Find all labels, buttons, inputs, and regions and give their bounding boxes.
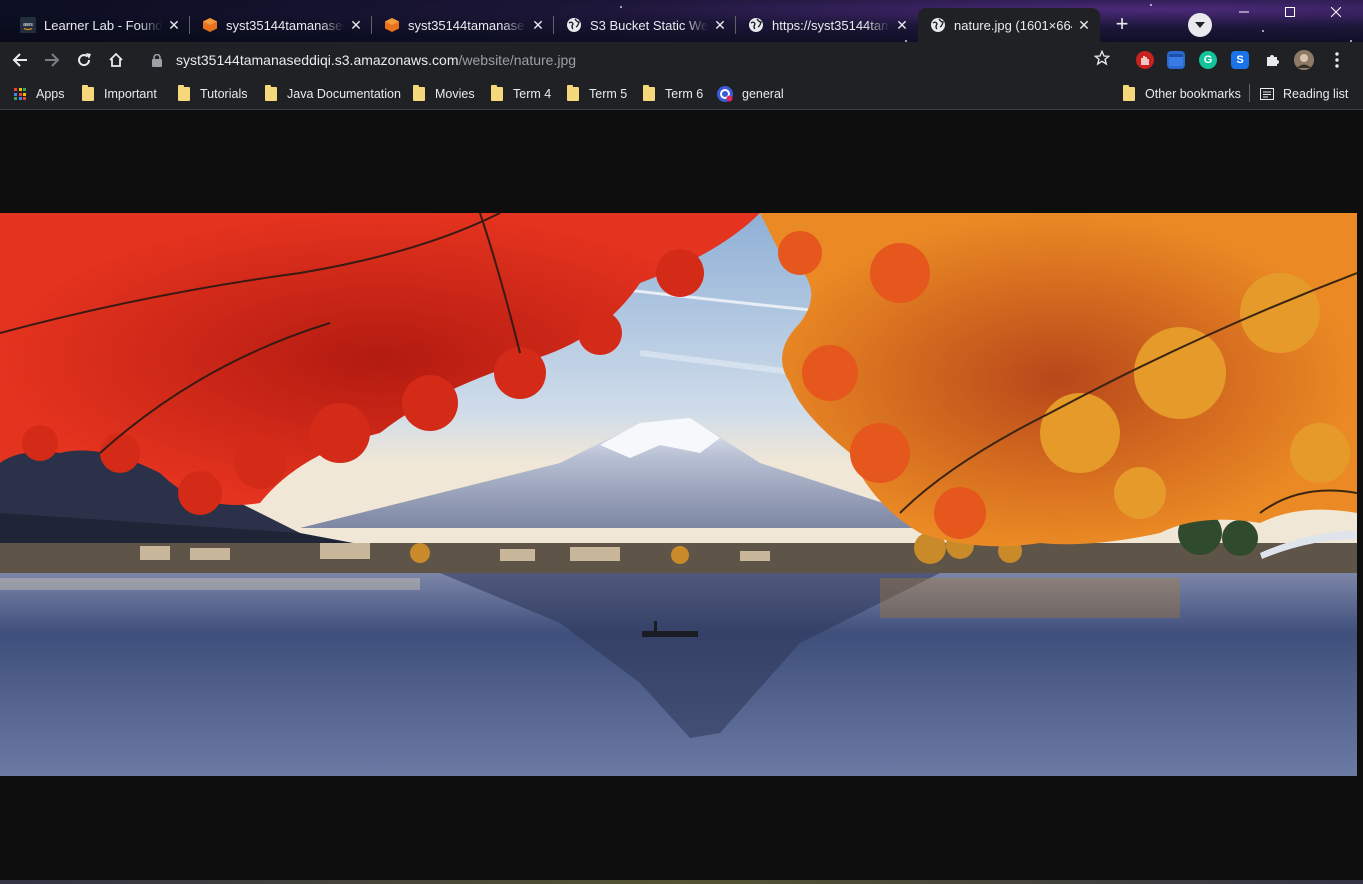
close-icon[interactable]: ✕ [348,17,364,33]
reading-list-button[interactable]: Reading list [1260,84,1348,104]
globe-icon [930,17,946,33]
bookmark-label: Other bookmarks [1145,87,1241,101]
tab-https-site[interactable]: https://syst35144tama ✕ [736,8,918,42]
maximize-button[interactable] [1267,0,1313,24]
taskbar-edge [0,880,1363,884]
folder-icon [82,85,94,101]
close-icon[interactable]: ✕ [712,17,728,33]
bookmark-label: Important [104,87,157,101]
bookmark-folder-term-6[interactable]: Term 6 [643,84,703,104]
reading-list-icon [1260,88,1274,100]
tab-title: nature.jpg (1601×664) [954,17,1072,33]
bookmarks-bar: Apps Important Tutorials Java Documentat… [0,78,1363,110]
tab-s3-static-website[interactable]: S3 Bucket Static Webs ✕ [554,8,736,42]
bookmark-other-bookmarks[interactable]: Other bookmarks [1123,84,1241,104]
tab-title: syst35144tamanasedd [226,17,344,33]
bookmark-star-button[interactable] [1093,49,1114,70]
s3-cube-icon [384,17,400,33]
url-text[interactable]: syst35144tamanaseddiqi.s3.amazonaws.com/… [176,52,576,68]
star-icon [1093,49,1111,66]
bookmark-folder-term-5[interactable]: Term 5 [567,84,627,104]
mount-fuji-autumn-photo [0,213,1357,776]
bookmark-label: Java Documentation [287,87,401,101]
bookmark-label: Term 5 [589,87,628,101]
globe-icon [566,17,582,33]
url-path: /website/nature.jpg [458,52,577,68]
home-icon [109,52,123,67]
bookmark-general[interactable]: general [717,84,784,104]
tab-title: https://syst35144tama [772,17,890,33]
nature-image[interactable] [0,213,1357,776]
bookmark-label: Term 6 [665,87,704,101]
grammarly-icon[interactable]: G [1199,51,1217,69]
folder-icon [491,85,503,101]
chat-bubble-icon [717,86,733,102]
folder-icon [643,85,655,101]
menu-kebab-icon[interactable] [1328,51,1346,69]
close-icon [1331,7,1341,17]
bookmark-label: general [742,87,784,101]
url-host: syst35144tamanaseddiqi.s3.amazonaws.com [176,52,459,68]
reload-icon [78,53,91,67]
bookmark-label: Apps [36,87,65,101]
s-extension-icon[interactable]: S [1231,51,1249,69]
arrow-right-icon [45,53,60,67]
forward-button[interactable] [38,46,66,74]
tab-title: Learner Lab - Foundat [44,17,162,33]
calendar-extension-icon[interactable] [1167,51,1185,69]
close-icon[interactable]: ✕ [894,17,910,33]
tab-search-button[interactable] [1188,13,1212,37]
close-icon[interactable]: ✕ [1076,17,1092,33]
page-viewport [0,110,1363,880]
minimize-button[interactable] [1221,0,1267,24]
new-tab-button[interactable]: + [1110,13,1134,37]
chevron-down-icon [1195,22,1205,28]
folder-icon [413,85,425,101]
tab-title: syst35144tamanasedd [408,17,526,33]
tab-learner-lab[interactable]: aws Learner Lab - Foundat ✕ [8,8,190,42]
back-button[interactable] [6,46,34,74]
tab-title: S3 Bucket Static Webs [590,17,708,33]
maximize-icon [1285,7,1295,17]
minimize-icon [1239,11,1249,13]
apps-grid-icon [14,88,26,100]
tab-s3-bucket-2[interactable]: syst35144tamanasedd ✕ [372,8,554,42]
bookmark-folder-term-4[interactable]: Term 4 [491,84,551,104]
s3-cube-icon [202,17,218,33]
folder-icon [1123,85,1135,101]
globe-icon [748,17,764,33]
close-icon[interactable]: ✕ [166,17,182,33]
puzzle-extensions-icon[interactable] [1263,51,1281,69]
bookmarks-separator [1249,84,1250,102]
browser-toolbar: syst35144tamanaseddiqi.s3.amazonaws.com/… [0,42,1363,78]
tab-strip: aws Learner Lab - Foundat ✕ syst35144tam… [0,0,1363,46]
tab-s3-bucket-1[interactable]: syst35144tamanasedd ✕ [190,8,372,42]
bookmark-label: Movies [435,87,475,101]
bookmark-folder-tutorials[interactable]: Tutorials [178,84,247,104]
bookmark-folder-java-documentation[interactable]: Java Documentation [265,84,401,104]
folder-icon [265,85,277,101]
bookmark-folder-movies[interactable]: Movies [413,84,475,104]
close-icon[interactable]: ✕ [530,17,546,33]
bookmark-apps[interactable]: Apps [14,84,65,104]
svg-text:aws: aws [23,22,33,28]
adblock-icon[interactable] [1136,51,1154,69]
home-button[interactable] [102,46,130,74]
reload-button[interactable] [70,46,98,74]
folder-icon [178,85,190,101]
bookmark-label: Reading list [1283,87,1349,101]
tab-nature-jpg[interactable]: nature.jpg (1601×664) ✕ [918,8,1100,42]
profile-avatar[interactable] [1294,50,1314,70]
bookmark-label: Term 4 [513,87,552,101]
folder-icon [567,85,579,101]
aws-icon: aws [20,17,36,33]
address-bar[interactable]: syst35144tamanaseddiqi.s3.amazonaws.com/… [140,45,1125,75]
lock-icon[interactable] [152,53,164,67]
window-close-button[interactable] [1313,0,1359,24]
bookmark-folder-important[interactable]: Important [82,84,157,104]
bookmark-label: Tutorials [200,87,248,101]
arrow-left-icon [12,53,27,67]
